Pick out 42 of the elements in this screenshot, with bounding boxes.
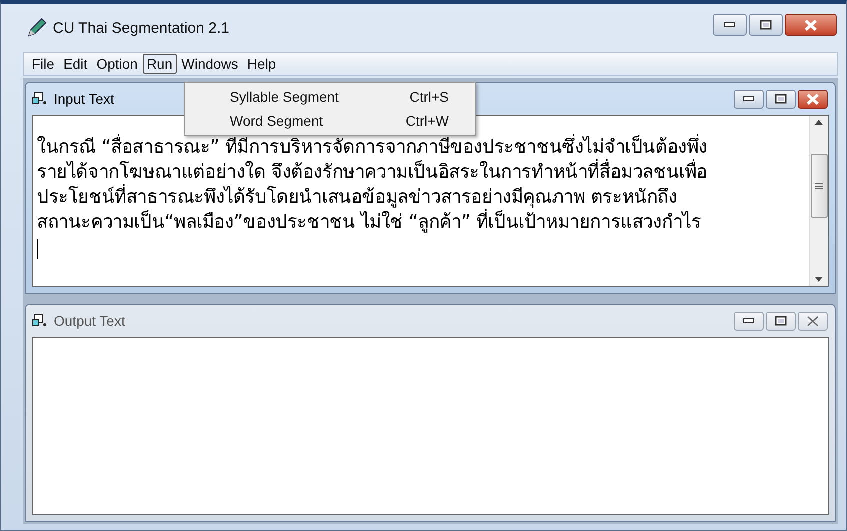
grip-icon [815,182,823,190]
child-window-title: Output Text [54,313,126,329]
close-icon [806,94,820,104]
menu-item[interactable]: Help [243,54,280,74]
maximize-button[interactable] [766,312,796,330]
minimize-button[interactable] [734,90,764,108]
menu-option[interactable]: Word Segment Ctrl+W [185,109,475,133]
menu-item[interactable]: File [28,54,59,74]
close-icon [806,316,820,326]
close-button[interactable] [785,14,837,36]
menu-item[interactable]: Windows [178,54,242,74]
scroll-down-icon [815,277,823,282]
maximize-icon [775,94,787,104]
text-line: ในกรณี “สื่อสาธารณะ” ที่มีการบริหารจัดการจากภาษีของประชาชนซึ่งไม่จำเป็นต้องพึ่ง [37,135,805,160]
menu-option[interactable]: Syllable Segment Ctrl+S [185,85,475,109]
maximize-button[interactable] [766,90,796,108]
text-line: สถานะความเป็น“พลเมือง”ของประชาชน ไม่ใช่ “ลูกค้า” ที่เป็นเป้าหมายการแสวงกำไร [37,210,805,235]
text-line: รายได้จากโฆษณาแต่อย่างใด จึงต้องรักษาความเป็นอิสระในการทำหน้าที่สื่อมวลชนเพื่อ [37,160,805,185]
child-window-title: Input Text [54,91,114,107]
minimize-icon [724,22,736,28]
window-title: CU Thai Segmentation 2.1 [53,20,230,36]
document-icon [32,92,48,106]
minimize-icon [743,96,755,102]
pen-icon [27,18,47,38]
document-icon [32,314,48,328]
scroll-up-icon [815,120,823,125]
scrollbar[interactable] [809,116,828,286]
maximize-button[interactable] [749,14,783,36]
minimize-icon [743,318,755,324]
menu-item[interactable]: Option [92,54,142,74]
menu-item[interactable]: Edit [60,54,92,74]
text-box[interactable] [32,115,829,287]
maximize-icon [760,20,772,30]
minimize-button[interactable] [713,14,747,36]
close-button[interactable] [798,312,828,330]
maximize-icon [775,316,787,326]
menu-item[interactable]: Run [142,54,177,74]
minimize-button[interactable] [734,312,764,330]
close-icon [804,20,818,30]
text-line: ประโยชน์ที่สาธารณะพึงได้รับโดยนำเสนอข้อมูลข่าวสารอย่างมีคุณภาพ ตระหนักถึง [37,185,805,210]
close-button[interactable] [798,90,828,108]
text-field[interactable] [32,337,829,515]
